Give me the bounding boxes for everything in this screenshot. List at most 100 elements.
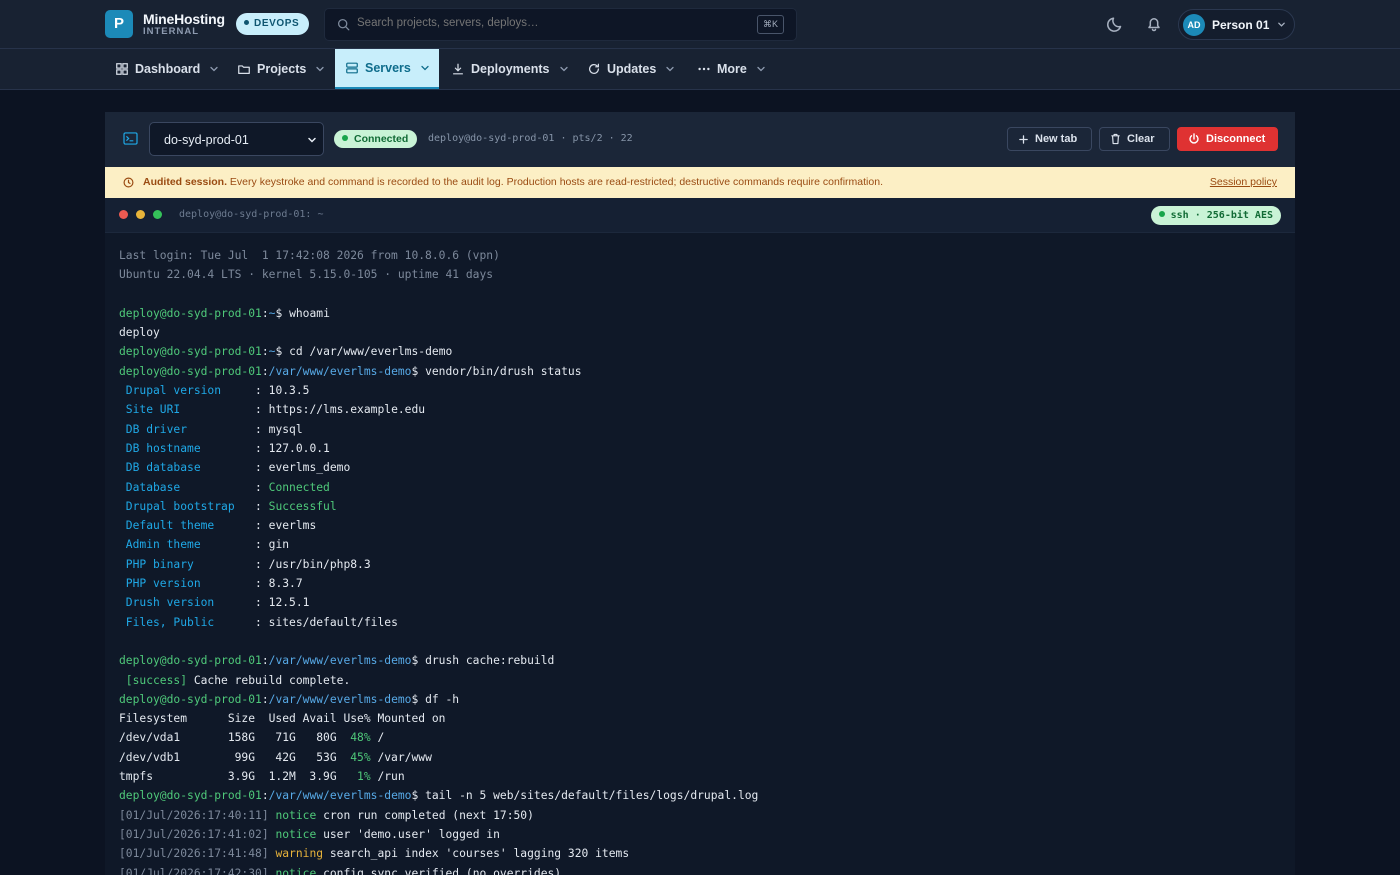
log-timestamp: [01/Jul/2026:17:42:30] — [119, 866, 269, 875]
audit-notice: Audited session. Every keystroke and com… — [105, 167, 1295, 198]
terminal-output[interactable]: Last login: Tue Jul 1 17:42:08 2026 from… — [119, 246, 1279, 875]
prompt-user: deploy@do-syd-prod-01 — [119, 345, 262, 359]
log-timestamp: [01/Jul/2026:17:40:11] — [119, 808, 269, 822]
nav-deployments-label: Deployments — [471, 62, 550, 76]
prompt-user: deploy@do-syd-prod-01 — [119, 306, 262, 320]
refresh-icon — [589, 63, 599, 74]
log-level: notice — [275, 808, 317, 822]
ssh-badge-label: ssh · 256-bit AES — [1170, 210, 1273, 221]
prompt-user: deploy@do-syd-prod-01 — [119, 789, 262, 803]
top-bar: P MineHosting INTERNAL DEVOPS ⌘K AD Pers… — [0, 0, 1400, 49]
connection-status-label: Connected — [354, 133, 409, 145]
prompt-line: deploy@do-syd-prod-01:~$ whoami — [119, 306, 330, 320]
nav-dashboard[interactable]: Dashboard — [115, 49, 219, 89]
df-values: tmpfs 3.9G 1.2M 3.9G — [119, 770, 358, 784]
log-message: config sync verified (no overrides) — [316, 866, 562, 875]
prompt-user: deploy@do-syd-prod-01 — [119, 654, 262, 668]
power-icon — [1189, 133, 1199, 144]
status-value: https://lms.example.edu — [268, 403, 426, 417]
new-tab-button[interactable]: New tab — [1007, 127, 1092, 151]
prompt-line: deploy@do-syd-prod-01:/var/www/everlms-d… — [119, 364, 582, 378]
status-row: PHP binary : /usr/bin/php8.3 — [119, 557, 371, 571]
user-menu[interactable]: AD Person 01 — [1178, 9, 1295, 40]
status-value: 127.0.0.1 — [268, 441, 330, 455]
brand-logo[interactable]: P — [105, 10, 133, 38]
window-close-dot[interactable] — [119, 210, 128, 219]
df-mount: /var/www — [370, 750, 432, 764]
ellipsis-icon — [698, 67, 710, 71]
terminal-panel: do-syd-prod-01 Connected deploy@do-syd-p… — [105, 112, 1295, 875]
status-key: Drush version — [119, 596, 256, 610]
terminal-toolbar: do-syd-prod-01 Connected deploy@do-syd-p… — [105, 112, 1295, 167]
chevron-down-icon — [559, 66, 568, 72]
log-row: [01/Jul/2026:17:41:02] notice user 'demo… — [119, 825, 1279, 844]
terminal-header: deploy@do-syd-prod-01: ~ ssh · 256-bit A… — [105, 198, 1295, 233]
status-row: Default theme : everlms — [119, 519, 317, 533]
prompt-path: ~ — [268, 345, 276, 359]
window-maximize-dot[interactable] — [153, 210, 162, 219]
server-icon — [346, 62, 358, 74]
disconnect-label: Disconnect — [1206, 133, 1266, 145]
nav-updates[interactable]: Updates — [587, 49, 675, 89]
ssh-dot — [1158, 211, 1165, 217]
nav-more[interactable]: More — [697, 49, 766, 89]
log-timestamp: [01/Jul/2026:17:41:02] — [119, 827, 269, 841]
nav-more-label: More — [717, 62, 747, 76]
status-key: Database — [119, 480, 256, 494]
status-row: Admin theme : gin — [119, 538, 290, 552]
command-text: tail -n 5 web/sites/default/files/logs/d… — [425, 789, 759, 803]
host-select[interactable]: do-syd-prod-01 — [149, 122, 324, 156]
ssh-encryption-badge: ssh · 256-bit AES — [1150, 206, 1281, 225]
status-key: Drupal version — [119, 384, 256, 398]
status-key: PHP version — [119, 577, 256, 591]
status-value: sites/default/files — [268, 615, 398, 629]
nav-dashboard-label: Dashboard — [135, 62, 201, 76]
status-row: DB hostname : 127.0.0.1 — [119, 441, 330, 455]
status-value: gin — [268, 538, 290, 552]
brand-name: MineHosting — [143, 11, 225, 27]
status-row: Site URI : https://lms.example.edu — [119, 403, 426, 417]
df-output-block: /dev/vda1 158G 71G 80G 48% //dev/vdb1 99… — [119, 728, 1279, 786]
log-level: notice — [275, 866, 317, 875]
df-use-percent: 45% — [350, 750, 371, 764]
disconnect-button[interactable]: Disconnect — [1177, 127, 1278, 151]
log-row: [01/Jul/2026:17:41:48] warning search_ap… — [119, 844, 1279, 863]
user-name: Person 01 — [1212, 18, 1270, 32]
host-select-value: do-syd-prod-01 — [164, 133, 249, 147]
status-row: Drush version : 12.5.1 — [119, 596, 310, 610]
log-row: [01/Jul/2026:17:42:30] notice config syn… — [119, 864, 1279, 875]
drush-status-block: Drupal version : 10.3.5 Site URI : https… — [119, 381, 1279, 632]
success-tag: [success] — [119, 673, 188, 687]
search-box[interactable]: ⌘K — [324, 8, 797, 41]
connection-status-badge: Connected — [334, 130, 418, 148]
folder-icon — [238, 65, 250, 74]
status-key: DB hostname — [119, 441, 256, 455]
prompt-line: deploy@do-syd-prod-01:/var/www/everlms-d… — [119, 789, 759, 803]
df-values: /dev/vdb1 99G 42G 53G — [119, 750, 351, 764]
log-level: warning — [275, 847, 324, 861]
audit-message: Every keystroke and command is recorded … — [227, 176, 883, 188]
nav-servers[interactable]: Servers — [335, 49, 439, 89]
session-policy-link[interactable]: Session policy — [1210, 176, 1277, 188]
status-value: 10.3.5 — [268, 384, 310, 398]
nav-deployments[interactable]: Deployments — [451, 49, 569, 89]
clear-button[interactable]: Clear — [1099, 127, 1170, 151]
search-input[interactable] — [357, 17, 757, 29]
status-value: everlms_demo — [268, 461, 351, 475]
clock-icon — [123, 177, 134, 188]
nav-projects[interactable]: Projects — [237, 49, 325, 89]
environment-badge: DEVOPS — [236, 13, 310, 35]
window-minimize-dot[interactable] — [136, 210, 145, 219]
session-info: deploy@do-syd-prod-01 · pts/2 · 22 — [428, 133, 633, 144]
chevron-down-icon — [210, 66, 218, 72]
dark-mode-icon[interactable] — [1106, 14, 1126, 34]
status-value: 12.5.1 — [268, 596, 310, 610]
notifications-icon[interactable] — [1144, 14, 1164, 34]
chevron-down-icon — [666, 66, 674, 72]
plus-icon — [1019, 134, 1028, 144]
status-key: Files, Public — [119, 615, 256, 629]
status-row: PHP version : 8.3.7 — [119, 577, 303, 591]
command-text: cd /var/www/everlms-demo — [289, 345, 453, 359]
